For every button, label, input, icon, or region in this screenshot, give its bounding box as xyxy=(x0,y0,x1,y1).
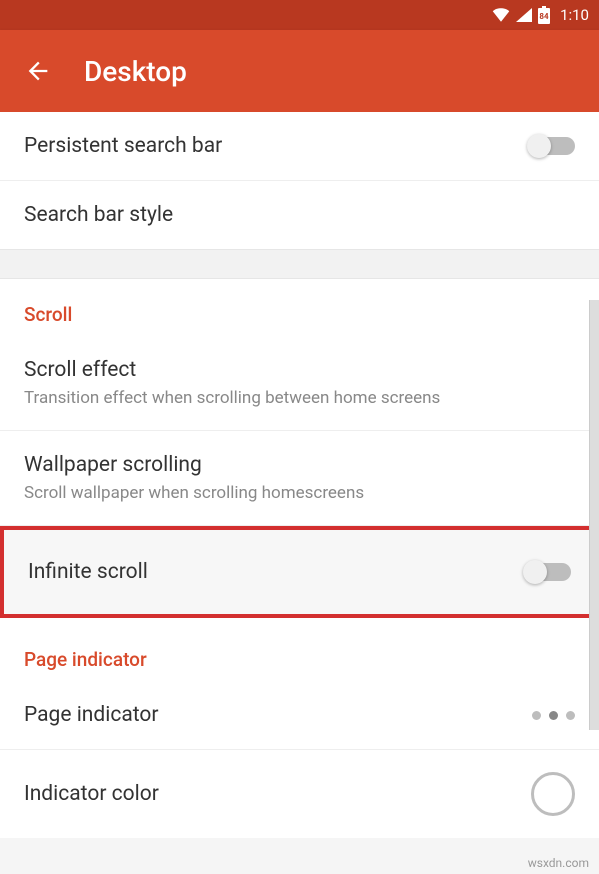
section-gap xyxy=(0,249,599,279)
item-title: Search bar style xyxy=(24,203,575,227)
battery-icon: 84 xyxy=(538,6,550,24)
page-title: Desktop xyxy=(84,55,187,88)
color-swatch-icon xyxy=(531,772,575,816)
section-header-scroll: Scroll xyxy=(0,279,599,336)
item-indicator-color[interactable]: Indicator color xyxy=(0,750,599,838)
item-title: Indicator color xyxy=(24,782,531,806)
item-scroll-effect[interactable]: Scroll effect Transition effect when scr… xyxy=(0,336,599,431)
svg-text:84: 84 xyxy=(539,12,549,21)
page-dots-icon xyxy=(532,711,575,720)
toggle-infinite-scroll[interactable] xyxy=(525,563,571,581)
scrollbar[interactable] xyxy=(589,300,599,730)
item-title: Persistent search bar xyxy=(24,134,529,158)
app-bar: Desktop xyxy=(0,30,599,112)
item-subtitle: Transition effect when scrolling between… xyxy=(24,388,575,408)
watermark: wsxdn.com xyxy=(528,856,589,870)
cellular-icon xyxy=(516,8,532,22)
item-search-bar-style[interactable]: Search bar style xyxy=(0,181,599,249)
status-time: 1:10 xyxy=(560,6,589,24)
item-title: Infinite scroll xyxy=(28,560,525,584)
item-subtitle: Scroll wallpaper when scrolling homescre… xyxy=(24,483,575,503)
back-icon[interactable] xyxy=(24,57,52,85)
item-page-indicator[interactable]: Page indicator xyxy=(0,681,599,750)
item-title: Scroll effect xyxy=(24,358,575,382)
section-header-page-indicator: Page indicator xyxy=(0,618,599,681)
item-wallpaper-scrolling[interactable]: Wallpaper scrolling Scroll wallpaper whe… xyxy=(0,431,599,526)
status-bar: 84 1:10 xyxy=(0,0,599,30)
content: Persistent search bar Search bar style S… xyxy=(0,112,599,838)
item-title: Wallpaper scrolling xyxy=(24,453,575,477)
item-persistent-search-bar[interactable]: Persistent search bar xyxy=(0,112,599,181)
item-title: Page indicator xyxy=(24,703,532,727)
wifi-icon xyxy=(492,8,510,22)
toggle-persistent-search[interactable] xyxy=(529,137,575,155)
item-infinite-scroll-highlighted[interactable]: Infinite scroll xyxy=(0,526,599,618)
